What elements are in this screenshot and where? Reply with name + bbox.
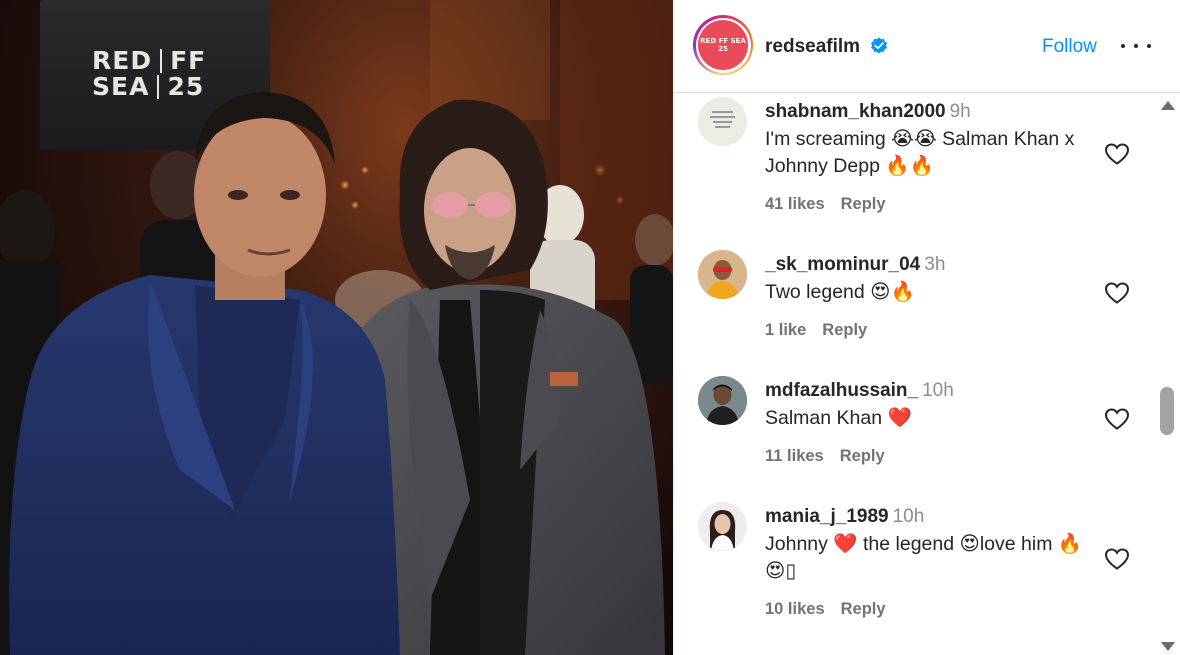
more-options-icon[interactable] bbox=[1121, 34, 1151, 58]
post-username[interactable]: redseafilm bbox=[765, 36, 860, 58]
like-heart-icon[interactable] bbox=[1104, 281, 1130, 305]
commenter-avatar[interactable] bbox=[698, 250, 747, 299]
reply-button[interactable]: Reply bbox=[841, 600, 886, 618]
follow-button[interactable]: Follow bbox=[1042, 36, 1097, 58]
post-photo[interactable]: RED FF SEA 25 bbox=[0, 0, 673, 655]
verified-badge-icon bbox=[871, 37, 887, 54]
avatar-logo: RED FF SEA 25 bbox=[698, 20, 748, 70]
comment-time: 10h bbox=[922, 380, 954, 401]
comments-panel: RED FF SEA 25 redseafilm Follow shabnam_… bbox=[673, 0, 1180, 655]
comment-time: 10h bbox=[892, 506, 925, 527]
comment-username[interactable]: mdfazalhussain_ bbox=[765, 380, 918, 401]
comment-text: Johnny ❤️ the legend 😍love him 🔥😍▯ bbox=[765, 533, 1083, 582]
reply-button[interactable]: Reply bbox=[840, 447, 885, 465]
comment-username[interactable]: _sk_mominur_04 bbox=[765, 254, 920, 275]
comment-likes[interactable]: 41 likes bbox=[765, 195, 825, 213]
like-heart-icon[interactable] bbox=[1104, 547, 1130, 571]
commenter-avatar[interactable] bbox=[698, 376, 747, 425]
profile-avatar[interactable]: RED FF SEA 25 bbox=[693, 15, 753, 75]
post-header: RED FF SEA 25 redseafilm Follow bbox=[674, 0, 1180, 93]
commenter-avatar[interactable] bbox=[698, 97, 747, 146]
scroll-up-arrow-icon[interactable] bbox=[1161, 101, 1175, 110]
comment-likes[interactable]: 11 likes bbox=[765, 447, 824, 465]
comment-text: I'm screaming 😭😭 Salman Khan x Johnny De… bbox=[765, 128, 1075, 177]
photo-illustration bbox=[0, 0, 673, 655]
scrollbar-thumb[interactable] bbox=[1160, 387, 1174, 435]
comments-list: shabnam_khan2000 9h I'm screaming 😭😭 Salm… bbox=[674, 94, 1154, 655]
comment-username[interactable]: shabnam_khan2000 bbox=[765, 101, 946, 122]
reply-button[interactable]: Reply bbox=[841, 195, 886, 213]
comment-time: 3h bbox=[924, 254, 946, 275]
scroll-down-arrow-icon[interactable] bbox=[1161, 642, 1175, 651]
comment-likes[interactable]: 1 like bbox=[765, 321, 806, 339]
comments-scrollbar[interactable] bbox=[1154, 94, 1180, 655]
reply-button[interactable]: Reply bbox=[822, 321, 867, 339]
like-heart-icon[interactable] bbox=[1104, 407, 1130, 431]
comment-username[interactable]: mania_j_1989 bbox=[765, 506, 889, 527]
comment-time: 9h bbox=[949, 101, 971, 122]
comment-text: Two legend 😍🔥 bbox=[765, 281, 915, 303]
comment-likes[interactable]: 10 likes bbox=[765, 600, 825, 618]
comment-text: Salman Khan ❤️ bbox=[765, 407, 912, 429]
like-heart-icon[interactable] bbox=[1104, 142, 1130, 166]
commenter-avatar[interactable] bbox=[698, 502, 747, 551]
